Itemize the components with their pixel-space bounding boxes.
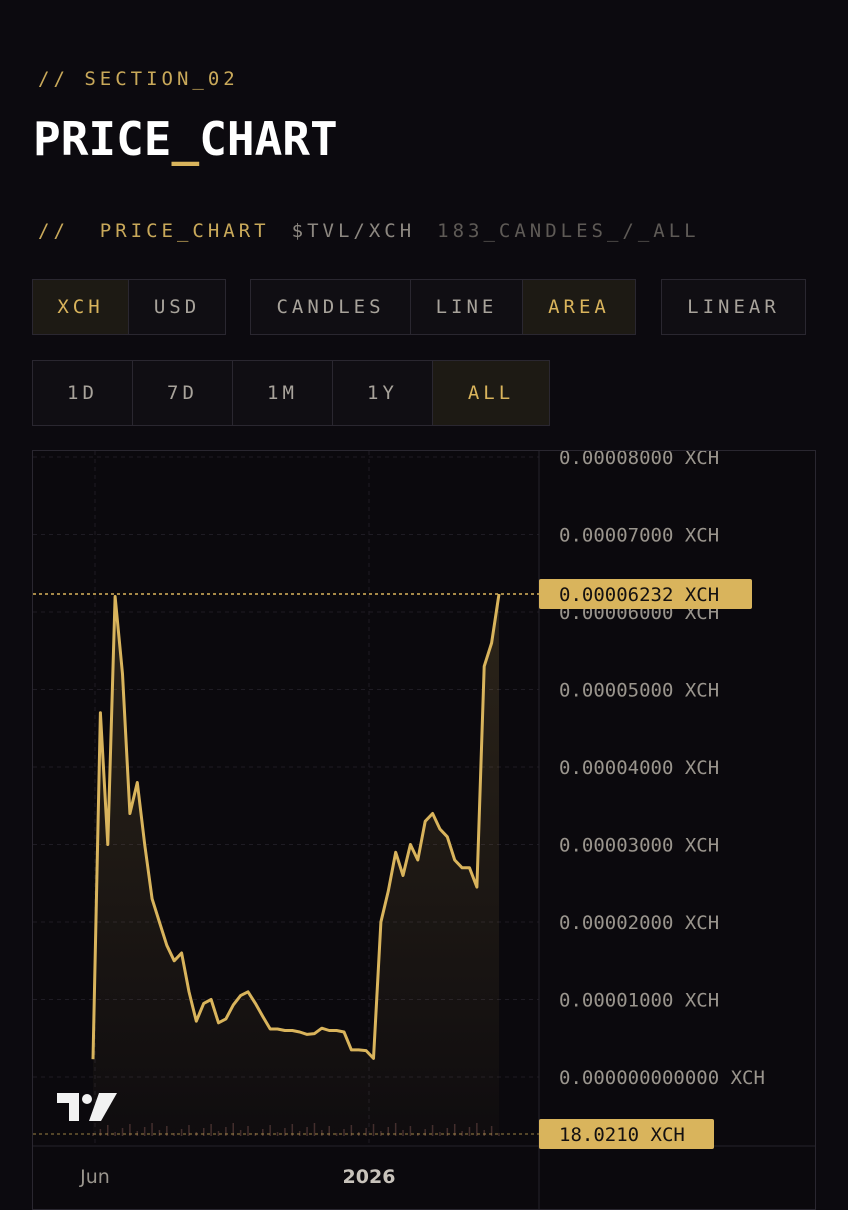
volume-bar	[313, 1123, 316, 1136]
chart-type-candles-button[interactable]: CANDLES	[251, 280, 411, 334]
price-area-fill	[93, 594, 499, 1136]
y-tick-label: 0.00008000 XCH	[559, 451, 719, 469]
range-1m-button[interactable]: 1M	[233, 361, 333, 425]
volume-bar	[239, 1130, 242, 1136]
volume-bar	[498, 1133, 500, 1136]
volume-bar	[402, 1130, 404, 1136]
volume-bar	[114, 1132, 116, 1136]
tradingview-logo-icon[interactable]	[55, 1091, 119, 1123]
y-tick-label: 0.00004000 XCH	[559, 757, 719, 779]
volume-bar	[335, 1133, 338, 1136]
subheader-pair: $TVL/XCH	[291, 220, 416, 242]
volume-bar	[151, 1123, 153, 1136]
volume-bar	[121, 1128, 124, 1136]
volume-bar	[321, 1130, 323, 1136]
currency-toggle: XCH USD	[32, 279, 226, 335]
scale-linear-button[interactable]: LINEAR	[662, 280, 805, 334]
volume-bar	[409, 1126, 412, 1136]
volume-label: 18.0210 XCH	[559, 1124, 685, 1146]
volume-bar	[158, 1130, 161, 1136]
range-1y-button[interactable]: 1Y	[333, 361, 433, 425]
currency-usd-button[interactable]: USD	[129, 280, 225, 334]
subheader-name: PRICE_CHART	[99, 220, 270, 242]
volume-bar	[143, 1127, 146, 1136]
volume-bar	[210, 1124, 212, 1136]
range-1d-button[interactable]: 1D	[33, 361, 133, 425]
volume-bar	[372, 1124, 375, 1136]
scale-toggle: LINEAR	[661, 279, 806, 335]
volume-bar	[387, 1127, 390, 1136]
volume-bar	[99, 1129, 102, 1136]
volume-bar	[424, 1129, 426, 1136]
volume-bar	[284, 1128, 286, 1136]
volume-bar	[468, 1127, 471, 1136]
y-tick-label: 0.00002000 XCH	[559, 912, 719, 934]
volume-bar	[446, 1128, 449, 1136]
volume-bar	[439, 1132, 441, 1136]
chart-type-area-button[interactable]: AREA	[523, 280, 635, 334]
subheader-slash: //	[38, 220, 69, 242]
y-tick-label: 0.00007000 XCH	[559, 525, 719, 547]
x-tick-label: Jun	[79, 1166, 110, 1188]
subheader-candles: 183_CANDLES_/_ALL	[437, 220, 700, 242]
page-title: PRICE_CHART	[33, 112, 338, 166]
y-tick-label: 0.00003000 XCH	[559, 835, 719, 857]
price-chart-svg[interactable]: 0.00008000 XCH0.00007000 XCH0.00006000 X…	[33, 451, 816, 1210]
volume-bar	[180, 1129, 183, 1136]
last-price-label: 0.00006232 XCH	[559, 584, 719, 606]
range-7d-button[interactable]: 7D	[133, 361, 233, 425]
volume-bar	[247, 1126, 249, 1136]
x-tick-label: 2026	[343, 1166, 396, 1188]
volume-bar	[276, 1132, 279, 1136]
volume-bar	[262, 1129, 264, 1136]
price-chart[interactable]: 0.00008000 XCH 0.00007000 XCH 0.00006000 X…	[32, 450, 816, 1210]
volume-bar	[225, 1127, 227, 1136]
chart-type-toggle: CANDLES LINE AREA	[250, 279, 636, 335]
volume-bar	[306, 1127, 308, 1136]
range-toggle: 1D 7D 1M 1Y ALL	[32, 360, 550, 426]
volume-bar	[202, 1128, 205, 1136]
y-tick-label: 0.00005000 XCH	[559, 680, 719, 702]
chart-type-line-button[interactable]: LINE	[411, 280, 523, 334]
range-all-button[interactable]: ALL	[433, 361, 549, 425]
volume-bar	[431, 1125, 434, 1136]
currency-xch-button[interactable]: XCH	[33, 280, 129, 334]
chart-subheader: // PRICE_CHART $TVL/XCH 183_CANDLES_/_ALL	[38, 220, 700, 242]
volume-bar	[483, 1130, 485, 1136]
y-tick-label: 0.000000000000 XCH	[559, 1067, 765, 1089]
section-label: // SECTION_02	[38, 68, 239, 90]
volume-bar	[343, 1129, 345, 1136]
y-tick-label: 0.00001000 XCH	[559, 990, 719, 1012]
volume-bar	[365, 1128, 367, 1136]
